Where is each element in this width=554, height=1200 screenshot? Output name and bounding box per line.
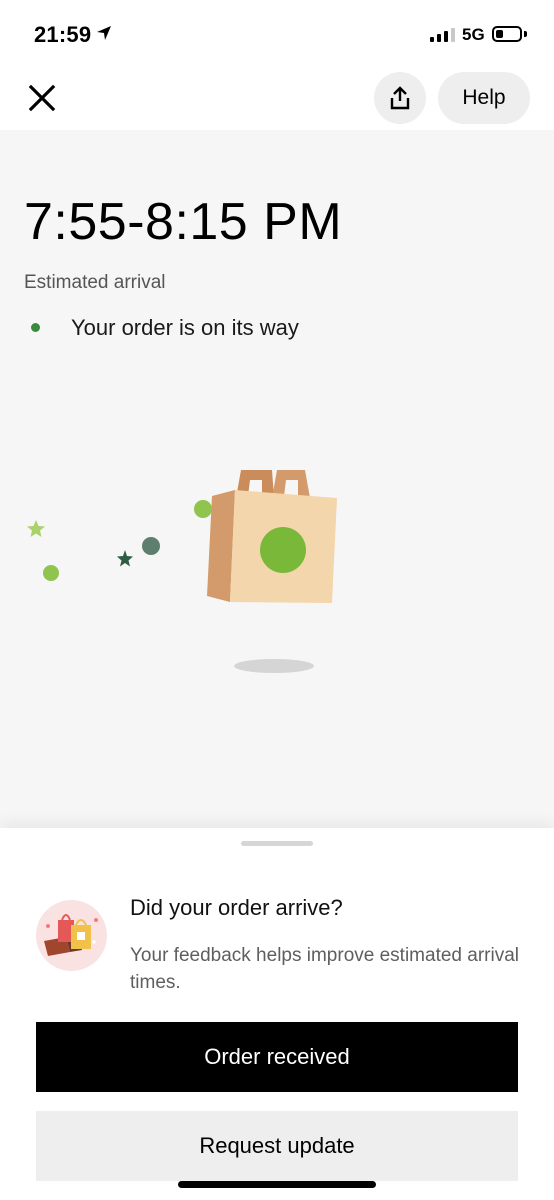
location-arrow-icon (97, 26, 111, 40)
network-label: 5G (462, 25, 485, 44)
sheet-grabber[interactable] (241, 841, 313, 846)
share-button[interactable] (374, 72, 426, 124)
close-icon (28, 84, 56, 112)
battery-icon (492, 26, 522, 42)
confetti-dot (194, 500, 212, 518)
confetti-dot (43, 565, 59, 581)
request-update-button[interactable]: Request update (36, 1111, 518, 1181)
shopping-bag-illustration (27, 470, 337, 673)
confetti-dot (142, 537, 160, 555)
order-status-text: Your order is on its way (71, 315, 299, 340)
status-time: 21:59 (34, 22, 92, 47)
feedback-sheet: Did your order arrive? Your feedback hel… (0, 828, 554, 1200)
eta-time: 7:55-8:15 PM (24, 193, 343, 251)
feedback-question: Did your order arrive? (130, 895, 343, 920)
confetti-star-icon (117, 550, 133, 567)
help-button[interactable]: Help (438, 72, 530, 124)
share-icon (390, 86, 410, 110)
top-nav: Help (0, 70, 554, 130)
feedback-subtitle: Your feedback helps improve estimated ar… (130, 945, 519, 993)
status-dot-icon (31, 323, 40, 332)
home-indicator[interactable] (178, 1181, 376, 1188)
signal-icon (430, 28, 455, 42)
close-button[interactable] (22, 78, 62, 118)
battery-tip (524, 31, 527, 37)
feedback-bags-icon (36, 900, 107, 971)
confetti-star-icon (27, 520, 45, 537)
order-received-button[interactable]: Order received (36, 1022, 518, 1092)
status-bar: 21:59 5G (0, 0, 554, 70)
eta-label: Estimated arrival (24, 272, 166, 293)
